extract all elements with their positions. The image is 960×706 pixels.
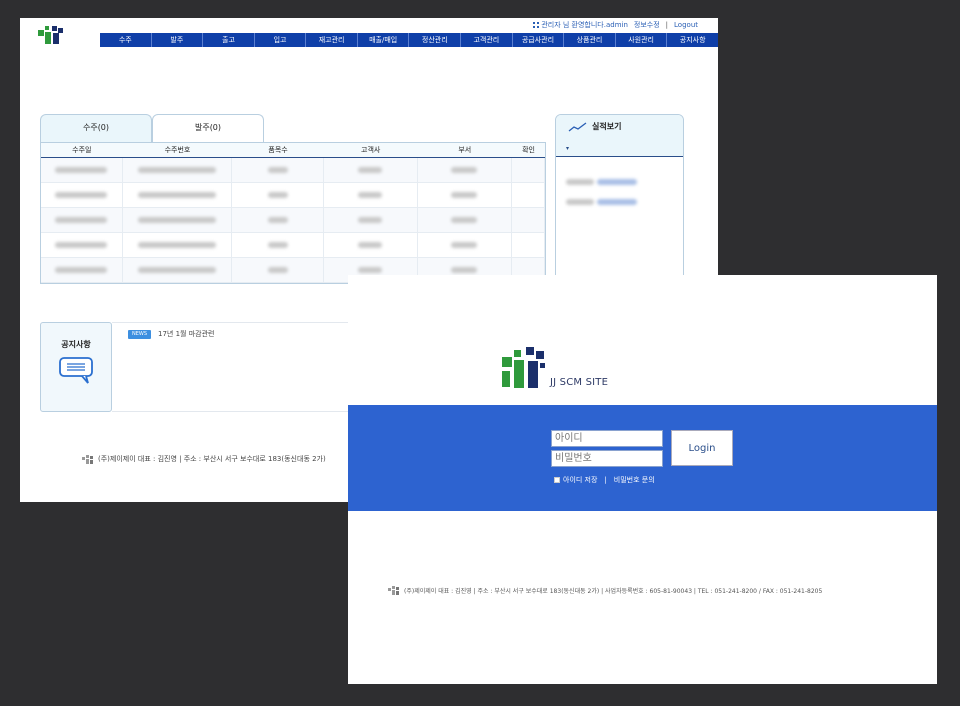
login-window: JJ SCM SITE Login 아이디 저장 | 비밀번호 문의 (주)제이… xyxy=(348,275,937,684)
performance-title[interactable]: 실적보기 xyxy=(568,121,621,132)
remember-id-label[interactable]: 아이디 저장 xyxy=(563,475,597,485)
logout-link[interactable]: Logout xyxy=(674,21,698,29)
table-header: 수주일 수주번호 품목수 고객사 부서 확인 xyxy=(41,143,545,158)
remember-id-checkbox[interactable] xyxy=(554,477,560,483)
login-options: 아이디 저장 | 비밀번호 문의 xyxy=(554,475,655,485)
news-badge: NEWS xyxy=(128,330,152,339)
edit-info-link[interactable]: 정보수정 xyxy=(634,20,660,30)
nav-item-sales[interactable]: 매출/매입 xyxy=(358,33,410,47)
top-links: 관리자 님 환영합니다.admin 정보수정 | Logout xyxy=(533,20,698,30)
nav-item-customers[interactable]: 고객관리 xyxy=(461,33,513,47)
order-tabs: 수주(0) 발주(0) 수주일 수주번호 품목수 고객사 부서 확인 xyxy=(40,114,546,284)
col-confirm: 확인 xyxy=(522,146,535,154)
table-row[interactable] xyxy=(41,233,545,258)
site-name: JJ SCM SITE xyxy=(550,377,609,388)
footer-logo-icon xyxy=(388,586,399,595)
tab-purchases[interactable]: 발주(0) xyxy=(152,114,264,142)
password-inquiry-link[interactable]: 비밀번호 문의 xyxy=(614,475,655,485)
login-button[interactable]: Login xyxy=(671,430,733,466)
performance-row xyxy=(566,177,637,187)
nav-item-inventory[interactable]: 재고관리 xyxy=(306,33,358,47)
tab-orders[interactable]: 수주(0) xyxy=(40,114,152,142)
orders-table: 수주일 수주번호 품목수 고객사 부서 확인 xyxy=(40,142,546,284)
chevron-down-icon[interactable]: ▾ xyxy=(566,145,569,152)
nav-item-purchase[interactable]: 발주 xyxy=(152,33,204,47)
news-item[interactable]: 17년 1월 마감관련 xyxy=(158,329,214,339)
login-footer: (주)제이제이 대표 : 김진영 | 주소 : 부산시 서구 보수대로 183(… xyxy=(388,585,822,595)
performance-row xyxy=(566,197,637,207)
grid-icon xyxy=(533,22,540,28)
col-order-date: 수주일 xyxy=(72,146,92,154)
footer-logo-icon xyxy=(82,455,93,464)
password-input[interactable] xyxy=(551,450,663,467)
main-nav: 수주 발주 출고 입고 재고관리 매출/매입 정산관리 고객관리 공급사관리 상… xyxy=(100,33,718,47)
table-body xyxy=(41,158,545,283)
col-order-number: 수주번호 xyxy=(164,146,191,154)
nav-item-suppliers[interactable]: 공급사관리 xyxy=(513,33,565,47)
login-band: Login 아이디 저장 | 비밀번호 문의 xyxy=(348,405,937,511)
username-input[interactable] xyxy=(551,430,663,447)
jj-logo-icon xyxy=(502,347,545,388)
col-item-count: 품목수 xyxy=(268,146,288,154)
nav-item-orders[interactable]: 수주 xyxy=(100,33,152,47)
nav-item-shipping[interactable]: 출고 xyxy=(203,33,255,47)
speech-bubble-icon xyxy=(59,357,93,384)
table-row[interactable] xyxy=(41,208,545,233)
link-separator: | xyxy=(665,21,669,29)
dashboard-footer: (주)제이제이 대표 : 김진영 | 주소 : 부산시 서구 보수대로 183(… xyxy=(82,454,326,464)
welcome-text: 관리자 님 환영합니다.admin xyxy=(533,20,628,30)
table-row[interactable] xyxy=(41,158,545,183)
performance-panel: 실적보기 ▾ xyxy=(555,114,684,284)
performance-header: 실적보기 ▾ xyxy=(556,115,683,157)
nav-item-settlement[interactable]: 정산관리 xyxy=(409,33,462,47)
notice-box[interactable]: 공지사항 xyxy=(40,322,112,412)
nav-item-employees[interactable]: 사원관리 xyxy=(616,33,668,47)
nav-item-receiving[interactable]: 입고 xyxy=(255,33,307,47)
col-department: 부서 xyxy=(458,146,472,154)
trend-chart-icon xyxy=(568,121,587,132)
options-separator: | xyxy=(604,476,607,484)
nav-item-notices[interactable]: 공지사항 xyxy=(667,33,718,47)
table-row[interactable] xyxy=(41,183,545,208)
jj-logo-icon xyxy=(38,26,63,44)
nav-item-products[interactable]: 상품관리 xyxy=(564,33,616,47)
col-customer: 고객사 xyxy=(361,146,381,154)
notice-title: 공지사항 xyxy=(61,340,91,349)
